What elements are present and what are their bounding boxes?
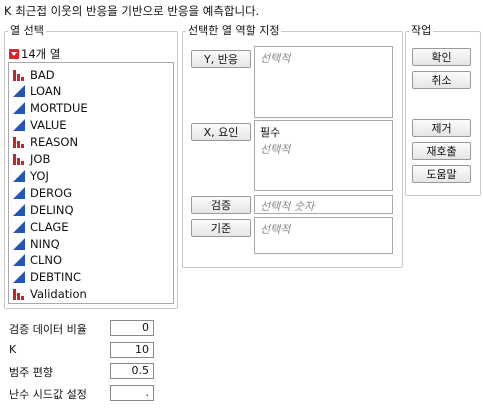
column-item-delinq[interactable]: DELINQ <box>13 201 74 218</box>
column-item-derog[interactable]: DEROG <box>13 184 72 201</box>
column-name: LOAN <box>30 84 62 99</box>
column-name: BAD <box>30 67 55 82</box>
column-item-validation[interactable]: Validation <box>13 286 87 303</box>
column-count-row[interactable]: 14개 열 <box>9 46 60 62</box>
x-factor-field[interactable]: 필수 선택적 <box>254 120 393 191</box>
column-item-yoj[interactable]: YOJ <box>13 167 49 184</box>
continuous-triangle-icon <box>13 203 25 216</box>
column-item-ninq[interactable]: NINQ <box>13 235 60 252</box>
action-legend: 작업 <box>409 24 434 37</box>
seed-input[interactable]: . <box>110 385 154 401</box>
column-item-loan[interactable]: LOAN <box>13 83 61 100</box>
continuous-triangle-icon <box>13 271 25 284</box>
column-select-legend: 열 선택 <box>8 24 46 37</box>
column-name: REASON <box>30 135 79 150</box>
continuous-triangle-icon <box>13 237 25 250</box>
validation-portion-label: 검증 데이터 비율 <box>9 323 87 336</box>
nominal-bar-icon <box>13 288 25 301</box>
k-label: K <box>9 343 17 356</box>
column-item-debtinc[interactable]: DEBTINC <box>13 269 81 286</box>
nominal-bar-icon <box>13 153 25 165</box>
continuous-triangle-icon <box>13 85 25 98</box>
continuous-triangle-icon <box>13 254 25 267</box>
column-name: MORTDUE <box>30 101 88 116</box>
column-item-bad[interactable]: BAD <box>13 66 55 83</box>
x-factor-button[interactable]: X, 요인 <box>191 123 251 141</box>
nominal-bar-icon <box>13 136 25 149</box>
nominal-bar-icon <box>13 69 25 81</box>
column-name: DEBTINC <box>30 270 82 285</box>
column-name: CLAGE <box>30 219 69 234</box>
column-item-clage[interactable]: CLAGE <box>13 218 69 235</box>
validation-portion-input[interactable]: 0 <box>110 320 154 336</box>
column-name: CLNO <box>30 253 63 268</box>
column-name: DELINQ <box>30 202 74 217</box>
by-button[interactable]: 기준 <box>191 219 251 237</box>
continuous-triangle-icon <box>13 119 25 132</box>
y-response-button[interactable]: Y, 반응 <box>191 50 251 68</box>
column-list[interactable]: BAD LOAN MORTDUE VALUE REASON JOB YOJ DEROG DELI… <box>8 62 174 304</box>
continuous-triangle-icon <box>13 102 25 115</box>
column-name: YOJ <box>30 168 49 183</box>
cancel-button[interactable]: 취소 <box>412 71 471 89</box>
column-name: JOB <box>30 152 51 166</box>
dialog-description: K 최근접 이웃의 반응을 기반으로 반응을 예측합니다. <box>4 4 260 18</box>
continuous-triangle-icon <box>13 186 25 199</box>
column-item-clno[interactable]: CLNO <box>13 252 62 269</box>
y-response-field[interactable]: 선택적 <box>254 46 393 118</box>
help-button[interactable]: 도움말 <box>412 165 471 183</box>
by-field[interactable]: 선택적 <box>254 217 393 254</box>
bias-label: 범주 편향 <box>9 366 53 379</box>
column-count-label: 14개 열 <box>21 47 61 61</box>
by-placeholder: 선택적 <box>260 223 291 236</box>
column-name: Validation <box>30 287 87 302</box>
remove-button[interactable]: 제거 <box>412 119 471 137</box>
column-name: NINQ <box>30 236 60 251</box>
k-input[interactable]: 10 <box>110 342 154 358</box>
column-item-reason[interactable]: REASON <box>13 134 78 151</box>
seed-label: 난수 시드값 설정 <box>9 388 87 401</box>
column-item-job[interactable]: JOB <box>13 151 50 168</box>
continuous-triangle-icon <box>13 220 25 233</box>
validation-button[interactable]: 검증 <box>191 196 251 214</box>
bias-input[interactable]: 0.5 <box>110 363 154 379</box>
validation-placeholder: 선택적 숫자 <box>260 200 315 213</box>
recall-button[interactable]: 재호출 <box>412 142 471 160</box>
x-factor-required-label: 필수 <box>260 126 281 139</box>
continuous-triangle-icon <box>13 169 25 182</box>
disclosure-triangle-icon[interactable] <box>9 49 19 59</box>
column-item-value[interactable]: VALUE <box>13 117 67 134</box>
column-name: VALUE <box>30 118 67 133</box>
ok-button[interactable]: 확인 <box>412 48 471 66</box>
roles-legend: 선택한 열 역할 지정 <box>186 24 282 37</box>
column-item-mortdue[interactable]: MORTDUE <box>13 100 88 117</box>
validation-field[interactable]: 선택적 숫자 <box>254 195 393 214</box>
y-response-placeholder: 선택적 <box>260 52 291 65</box>
x-factor-placeholder: 선택적 <box>260 143 291 156</box>
column-name: DEROG <box>30 185 73 200</box>
